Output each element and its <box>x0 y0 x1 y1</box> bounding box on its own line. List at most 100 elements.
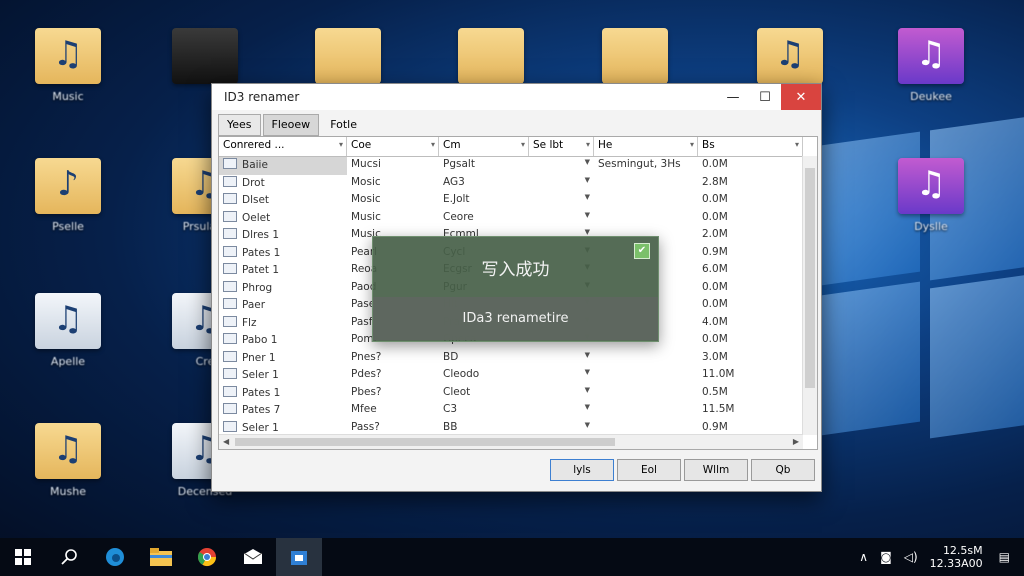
chevron-up-icon[interactable]: ∧ <box>859 550 868 564</box>
dropdown-arrow-icon[interactable]: ▼ <box>585 176 590 184</box>
column-header-2[interactable]: Coe ▾ <box>347 137 439 156</box>
desktop-icon[interactable]: ♫ Dyslle <box>886 150 976 260</box>
taskbar: ∧ ◙ ◁) 12.5sM 12.33A00 ▤ <box>0 538 1024 576</box>
title-bar[interactable]: ID3 renamer — ☐ ✕ <box>212 84 821 110</box>
dropdown-arrow-icon[interactable]: ▼ <box>585 228 590 236</box>
table-row[interactable]: Pner 1 Pnes? BD ▼ 3.0M <box>219 350 817 368</box>
dropdown-arrow-icon[interactable]: ▼ <box>585 351 590 359</box>
music-folder-icon: ♫ <box>35 293 101 349</box>
dialog-button-3[interactable]: Wllm <box>684 459 748 481</box>
menu-item-3[interactable]: Fotle <box>321 114 366 136</box>
column-header-3[interactable]: Cm ▾ <box>439 137 529 156</box>
folder-icon <box>458 28 524 84</box>
desktop-icon[interactable]: ♫ Music <box>23 20 113 130</box>
search-icon[interactable] <box>46 538 92 576</box>
dropdown-arrow-icon[interactable]: ▼ <box>585 158 590 166</box>
column-header-4[interactable]: Se lbt ▾ <box>529 137 594 156</box>
table-cell: Sesmingut, 3Hs <box>598 158 681 170</box>
music-note-icon: ♫ <box>52 429 84 469</box>
scroll-right-icon[interactable]: ▶ <box>793 437 799 446</box>
maximize-button[interactable]: ☐ <box>749 84 781 110</box>
network-icon[interactable]: ◙ <box>880 550 892 564</box>
table-cell: Pates 7 <box>219 402 347 420</box>
mail-icon[interactable] <box>230 538 276 576</box>
table-cell: 0.0M <box>702 333 728 345</box>
table-row[interactable]: Dlset Mosic E.Jolt ▼ 0.0M <box>219 192 817 210</box>
desktop-icon[interactable]: ♫ Mushe <box>23 415 113 525</box>
table-cell: Pbes? <box>351 385 382 398</box>
file-icon <box>223 298 237 309</box>
desktop-icon[interactable]: ♫ Apelle <box>23 285 113 395</box>
volume-icon[interactable]: ◁) <box>904 550 918 564</box>
file-icon <box>223 385 237 397</box>
table-cell: Mfee <box>351 403 377 415</box>
notification-icon[interactable]: ▤ <box>999 550 1010 564</box>
dropdown-arrow-icon[interactable]: ▼ <box>585 368 590 376</box>
desktop-icon[interactable]: ♪ Pselle <box>23 150 113 260</box>
desktop-icon[interactable]: ♫ Deukee <box>886 20 976 130</box>
menu-item-2[interactable]: Fleoew <box>262 114 320 136</box>
dialog-button-4[interactable]: Qb <box>751 459 815 481</box>
table-cell[interactable]: Cleot ▼ <box>439 385 594 403</box>
chrome-icon[interactable] <box>184 538 230 576</box>
column-header-name[interactable]: Conrered ... ▾ <box>219 137 347 156</box>
table-cell[interactable]: Cleodo ▼ <box>439 367 594 385</box>
edge-icon[interactable] <box>92 538 138 576</box>
folder-icon <box>602 28 668 84</box>
music-folder-icon: ♫ <box>35 28 101 84</box>
close-button[interactable]: ✕ <box>781 84 821 110</box>
menu-item-1[interactable]: Yees <box>218 114 261 136</box>
clock[interactable]: 12.5sM 12.33A00 <box>930 544 983 570</box>
table-row[interactable]: Oelet Music Ceore ▼ 0.0M <box>219 210 817 228</box>
file-icon <box>223 193 237 204</box>
table-row[interactable]: Baiie Mucsi Pgsalt ▼ Sesmingut, 3Hs 0.0M <box>219 157 817 175</box>
table-row[interactable]: Pates 7 Mfee C3 ▼ 11.5M <box>219 402 817 420</box>
scrollbar-thumb[interactable] <box>235 438 615 446</box>
dropdown-arrow-icon[interactable]: ▼ <box>585 211 590 219</box>
column-header-size[interactable]: Bs ▾ <box>698 137 803 156</box>
table-cell: Dlres 1 <box>219 227 347 245</box>
table-cell: 4.0M <box>702 315 728 328</box>
dialog-button-2[interactable]: Eol <box>617 459 681 481</box>
table-cell: 3.0M <box>702 350 728 363</box>
store-icon[interactable] <box>276 538 322 576</box>
file-icon <box>223 350 237 362</box>
horizontal-scrollbar[interactable]: ◀ ▶ <box>219 434 803 449</box>
table-cell[interactable]: Ceore ▼ <box>439 210 594 228</box>
dropdown-arrow-icon[interactable]: ▼ <box>585 193 590 201</box>
table-cell: 0.0M <box>702 280 728 293</box>
table-cell: Pabo 1 <box>219 332 347 350</box>
table-cell: Patet 1 <box>219 262 347 280</box>
file-explorer-icon[interactable] <box>138 538 184 576</box>
table-cell[interactable]: E.Jolt ▼ <box>439 192 594 210</box>
table-cell: 2.8M <box>702 175 728 188</box>
table-cell <box>594 367 698 385</box>
table-cell: 2.0M <box>702 228 728 240</box>
dialog-button-1[interactable]: lyls <box>550 459 614 481</box>
table-cell: 0.0M <box>702 298 728 310</box>
table-row[interactable]: Pates 1 Pbes? Cleot ▼ 0.5M <box>219 385 817 403</box>
table-row[interactable]: Seler 1 Pdes? Cleodo ▼ 11.0M <box>219 367 817 385</box>
windows-start-icon[interactable] <box>0 538 46 576</box>
dropdown-arrow-icon[interactable]: ▼ <box>585 386 590 394</box>
checkmark-icon[interactable]: ✔ <box>634 243 650 259</box>
scrollbar-thumb[interactable] <box>805 168 815 388</box>
table-cell[interactable]: C3 ▼ <box>439 402 594 420</box>
dropdown-arrow-icon[interactable]: ▼ <box>585 421 590 429</box>
minimize-button[interactable]: — <box>717 84 749 110</box>
table-cell: Seler 1 <box>219 367 347 385</box>
table-row[interactable]: Drot Mosic AG3 ▼ 2.8M <box>219 175 817 193</box>
menu-bar: Yees Fleoew Fotle <box>218 114 815 136</box>
scroll-left-icon[interactable]: ◀ <box>223 437 229 446</box>
table-cell[interactable]: AG3 ▼ <box>439 175 594 193</box>
dropdown-arrow-icon[interactable]: ▼ <box>585 403 590 411</box>
vertical-scrollbar[interactable] <box>802 156 817 435</box>
table-cell: Oelet <box>219 210 347 228</box>
column-header-5[interactable]: He ▾ <box>594 137 698 156</box>
table-cell[interactable]: BD ▼ <box>439 350 594 368</box>
table-cell: Mosic <box>351 175 381 188</box>
music-note-icon: ♫ <box>915 34 947 74</box>
table-cell[interactable]: Pgsalt ▼ <box>439 157 594 175</box>
music-note-icon: ♫ <box>915 164 947 204</box>
success-toast: 写入成功 ✔ IDa3 renametire <box>372 236 659 342</box>
